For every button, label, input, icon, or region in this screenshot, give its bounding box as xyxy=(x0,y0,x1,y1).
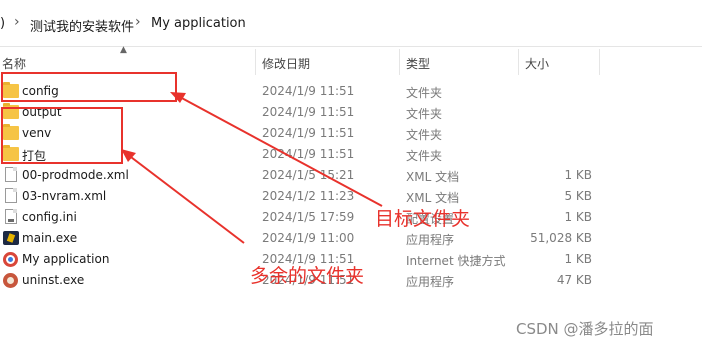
annotation-extra-folders: 多余的文件夹 xyxy=(250,265,365,287)
arrow-to-extra-folders xyxy=(126,153,245,244)
watermark: CSDN @潘多拉的面 xyxy=(516,320,654,338)
annotation-target-folder: 目标文件夹 xyxy=(375,208,471,230)
arrow-to-config-folder xyxy=(177,95,383,207)
arrow-head-icon xyxy=(170,92,186,103)
annotation-arrows xyxy=(121,92,383,244)
